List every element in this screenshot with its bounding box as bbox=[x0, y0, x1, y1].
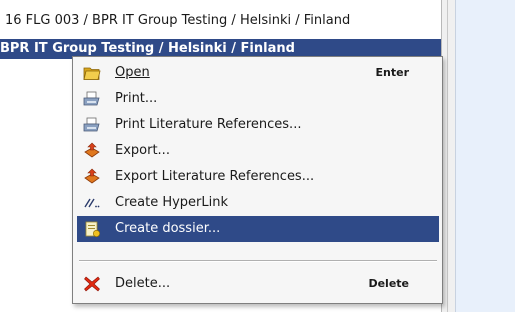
context-menu: Open Enter Print... Print Literature Ref… bbox=[72, 56, 443, 304]
menu-item-export[interactable]: Export... bbox=[77, 138, 439, 164]
export-icon bbox=[83, 142, 101, 160]
menu-item-print-literature-references[interactable]: Print Literature References... bbox=[77, 112, 439, 138]
printer-icon bbox=[83, 90, 101, 108]
hyperlink-icon bbox=[83, 194, 101, 212]
menu-item-create-dossier[interactable]: Create dossier... bbox=[77, 216, 439, 242]
menu-item-export-literature-references[interactable]: Export Literature References... bbox=[77, 164, 439, 190]
tree-row-selected-label: BPR IT Group Testing / Helsinki / Finlan… bbox=[0, 41, 295, 56]
menu-item-accelerator: Enter bbox=[375, 66, 410, 79]
menu-item-open[interactable]: Open Enter bbox=[77, 60, 439, 86]
menu-item-label: Create HyperLink bbox=[115, 195, 229, 210]
menu-item-print[interactable]: Print... bbox=[77, 86, 439, 112]
delete-icon bbox=[83, 275, 101, 293]
divider-line bbox=[447, 0, 448, 312]
menu-item-label: Delete... bbox=[115, 276, 171, 291]
menu-item-label: Print... bbox=[115, 91, 158, 106]
menu-item-delete[interactable]: Delete... Delete bbox=[77, 271, 439, 297]
menu-item-label: Export... bbox=[115, 143, 170, 158]
tree-row-label: 16 FLG 003 / BPR IT Group Testing / Hels… bbox=[5, 13, 351, 28]
menu-item-label: Create dossier... bbox=[115, 221, 221, 236]
printer-icon bbox=[83, 116, 101, 134]
tree-row[interactable]: 16 FLG 003 / BPR IT Group Testing / Hels… bbox=[0, 0, 441, 36]
menu-item-label: Open bbox=[115, 65, 150, 80]
menu-separator-highlight bbox=[79, 261, 437, 262]
folder-open-icon bbox=[83, 64, 101, 82]
menu-item-label: Print Literature References... bbox=[115, 117, 302, 132]
menu-item-accelerator: Delete bbox=[368, 277, 409, 290]
menu-item-label: Export Literature References... bbox=[115, 169, 315, 184]
dossier-icon bbox=[83, 220, 101, 238]
menu-item-create-hyperlink[interactable]: Create HyperLink bbox=[77, 190, 439, 216]
export-icon bbox=[83, 168, 101, 186]
right-pane bbox=[456, 0, 515, 312]
split-pane-divider[interactable] bbox=[441, 0, 456, 312]
